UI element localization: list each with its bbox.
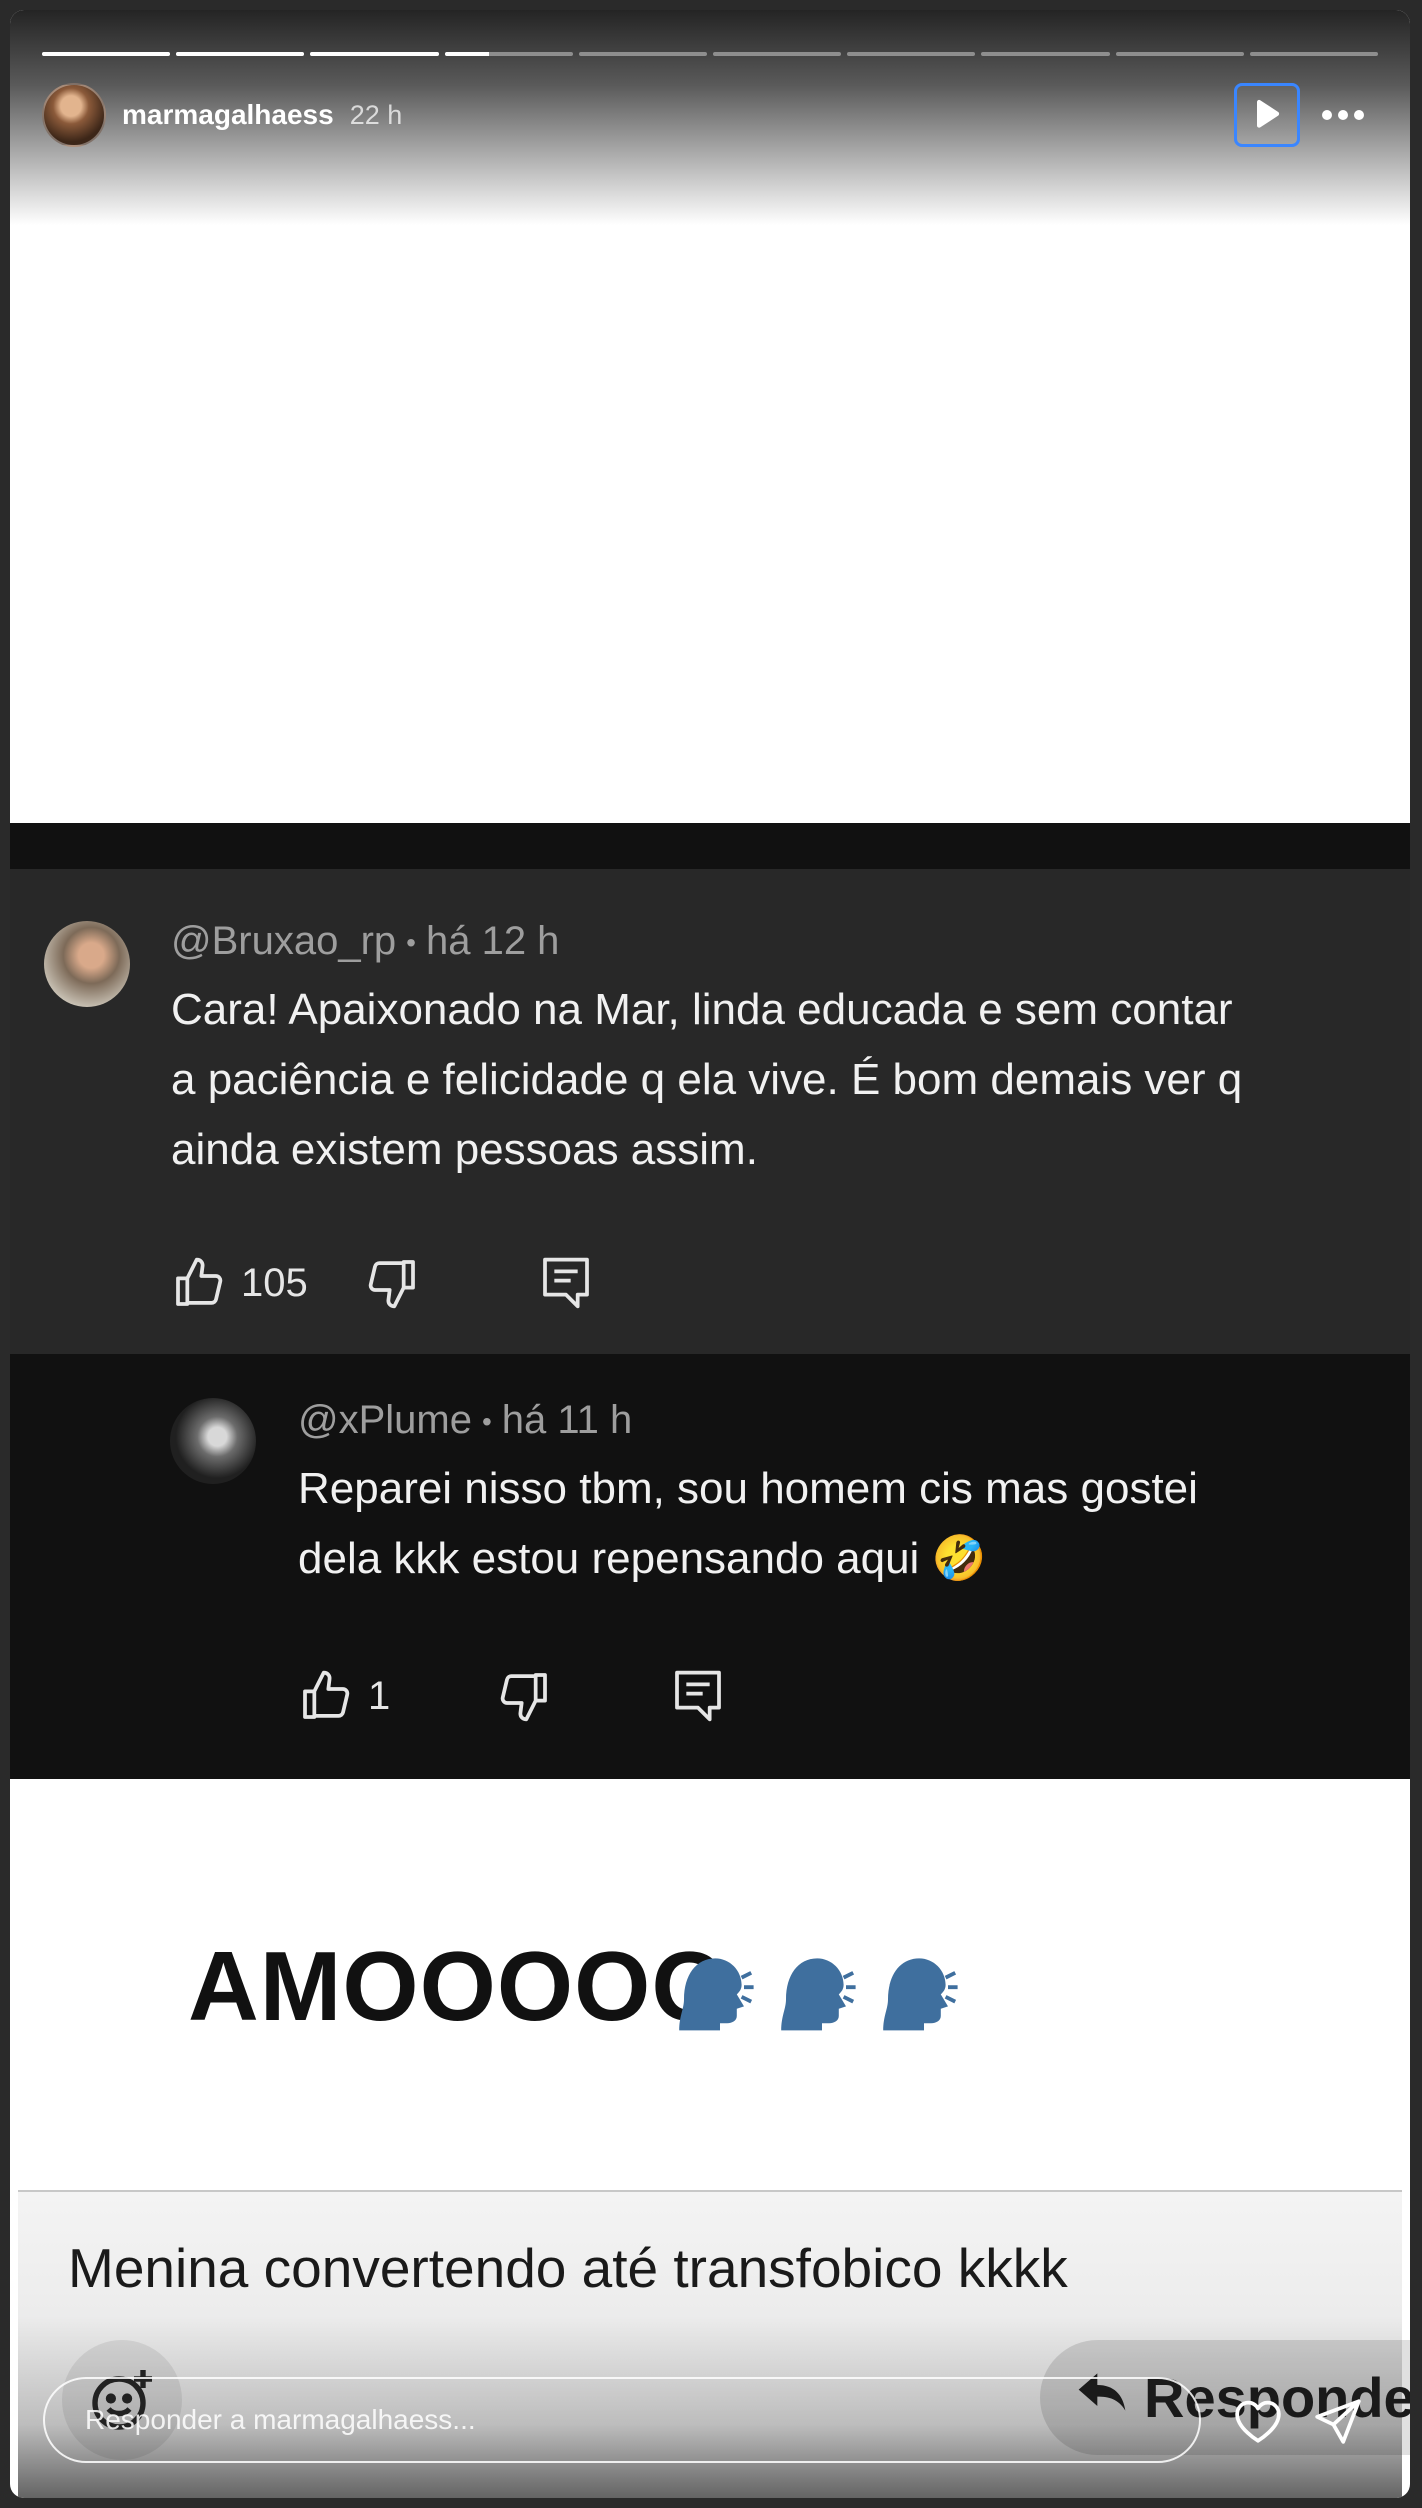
comment-meta: @xPlume • há 11 h	[298, 1398, 633, 1442]
like-icon	[171, 1255, 227, 1311]
comment-actions: 105	[171, 1253, 592, 1313]
reply-icon	[540, 1255, 592, 1311]
progress-segment	[310, 52, 439, 56]
comment-actions: 1	[298, 1666, 724, 1726]
commenter-avatar	[170, 1398, 256, 1484]
progress-segment	[1115, 52, 1244, 56]
progress-segment	[578, 52, 708, 56]
comment-line: ainda existem pessoas assim.	[171, 1125, 758, 1174]
progress-fill	[176, 52, 305, 56]
progress-segment	[444, 52, 573, 56]
dislike-icon	[496, 1668, 552, 1724]
story-header: marmagalhaess 22 h	[42, 82, 1378, 148]
like-icon	[298, 1668, 354, 1724]
comment-line: dela kkk estou repensando aqui 🤣	[298, 1534, 987, 1583]
comment-line: a paciência e felicidade q ela vive. É b…	[171, 1055, 1243, 1104]
comment-reply-card: @xPlume • há 11 h Reparei nisso tbm, sou h…	[10, 1354, 1410, 1779]
more-icon	[1322, 110, 1364, 120]
speaking-head-icon	[864, 1944, 960, 2045]
heart-icon	[1235, 2400, 1281, 2443]
comment-text: Cara! Apaixonado na Mar, linda educada e…	[171, 975, 1242, 1185]
commenter-handle: @xPlume	[298, 1398, 472, 1442]
more-options-button[interactable]	[1308, 83, 1378, 147]
progress-segment	[42, 52, 171, 56]
comment-time: há 11 h	[501, 1398, 633, 1442]
speaking-head-icon	[762, 1944, 858, 2045]
speaking-head-icon	[660, 1944, 756, 2045]
commenter-handle: @Bruxao_rp	[171, 919, 397, 963]
play-icon	[1257, 99, 1280, 128]
reply-input[interactable]	[43, 2377, 1201, 2463]
send-icon	[1315, 2399, 1361, 2444]
avatar[interactable]	[42, 83, 106, 147]
comment-card: @Bruxao_rp • há 12 h Cara! Apaixonado na M…	[10, 869, 1410, 1354]
dislike-icon	[364, 1255, 420, 1311]
comment-text: Reparei nisso tbm, sou homem cis mas gos…	[298, 1454, 1198, 1594]
story-username[interactable]: marmagalhaess	[122, 99, 334, 131]
share-button[interactable]	[1310, 2393, 1366, 2449]
progress-segment	[847, 52, 976, 56]
comment-line: Cara! Apaixonado na Mar, linda educada e…	[171, 985, 1233, 1034]
progress-fill	[444, 52, 490, 56]
like-count: 105	[241, 1260, 308, 1305]
progress-fill	[42, 52, 171, 56]
story-viewer: @Bruxao_rp • há 12 h Cara! Apaixonado na M…	[10, 10, 1410, 2498]
reply-icon	[672, 1668, 724, 1724]
progress-segment	[1249, 52, 1379, 56]
play-button[interactable]	[1234, 83, 1300, 147]
story-progress-bar	[42, 52, 1379, 56]
comment-meta: @Bruxao_rp • há 12 h	[171, 919, 560, 963]
like-count: 1	[368, 1673, 391, 1718]
speaking-head-emojis	[660, 1944, 960, 2045]
comment-line: Reparei nisso tbm, sou homem cis mas gos…	[298, 1464, 1198, 1513]
progress-segment	[713, 52, 842, 56]
comment-time: há 12 h	[425, 919, 560, 963]
screenshot-divider	[10, 823, 1410, 869]
progress-segment	[981, 52, 1110, 56]
story-time: 22 h	[349, 99, 403, 130]
like-story-button[interactable]	[1230, 2393, 1286, 2449]
story-caption: Menina convertendo até transfobico kkkk	[68, 2237, 1068, 2299]
commenter-avatar	[44, 921, 130, 1007]
meme-text: AMOOOOO	[188, 1931, 729, 2041]
progress-segment	[176, 52, 305, 56]
progress-fill	[310, 52, 439, 56]
